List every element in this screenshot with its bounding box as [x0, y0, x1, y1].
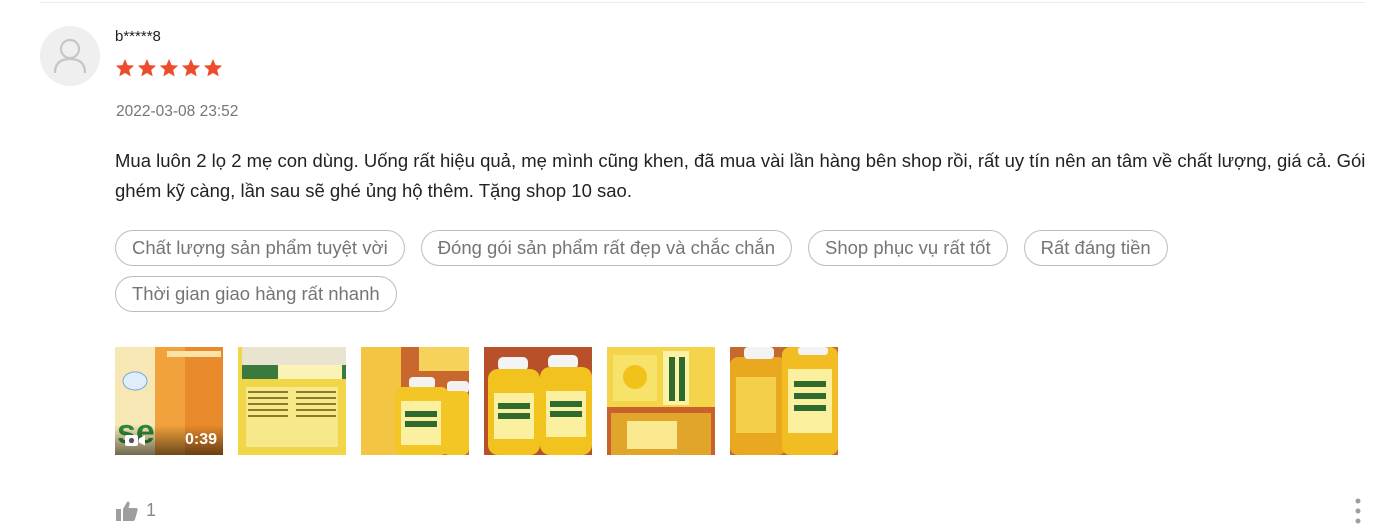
review-tag: Chất lượng sản phẩm tuyệt vời [115, 230, 405, 266]
product-photo [238, 347, 346, 455]
thumbs-up-icon [116, 501, 138, 521]
star-icon [137, 59, 157, 77]
like-count: 1 [146, 500, 157, 520]
review-tag: Shop phục vụ rất tốt [808, 230, 1008, 266]
review-image[interactable] [361, 347, 469, 455]
video-thumbnail[interactable]: se 0:39 [115, 347, 223, 455]
user-icon [53, 38, 87, 74]
review-timestamp: 2022-03-08 23:52 [116, 103, 239, 120]
avatar[interactable] [40, 26, 100, 86]
reviewer-username: b*****8 [115, 28, 161, 45]
review-comment: Mua luôn 2 lọ 2 mẹ con dùng. Uống rất hi… [115, 150, 1366, 201]
star-icon [159, 59, 179, 77]
star-icon [203, 59, 223, 77]
rating-stars [115, 58, 223, 78]
review-image[interactable] [484, 347, 592, 455]
product-photo [361, 347, 469, 455]
more-vertical-icon [1355, 498, 1361, 524]
review-tags: Chất lượng sản phẩm tuyệt vời Đóng gói s… [115, 230, 1315, 312]
star-icon [115, 59, 135, 77]
review-tag: Thời gian giao hàng rất nhanh [115, 276, 397, 312]
star-icon [181, 59, 201, 77]
divider [40, 2, 1365, 3]
like-button[interactable]: 1 [116, 500, 156, 521]
review-media: se 0:39 [115, 347, 838, 455]
review-tag: Rất đáng tiền [1023, 230, 1168, 266]
video-camera-icon [125, 435, 145, 446]
more-options-button[interactable] [1353, 498, 1363, 529]
review-tag: Đóng gói sản phẩm rất đẹp và chắc chắn [420, 230, 793, 266]
review-image[interactable] [730, 347, 838, 455]
product-photo [730, 347, 838, 455]
product-photo [484, 347, 592, 455]
review-image[interactable] [238, 347, 346, 455]
review-image[interactable] [607, 347, 715, 455]
product-photo [607, 347, 715, 455]
video-duration: 0:39 [184, 431, 217, 448]
